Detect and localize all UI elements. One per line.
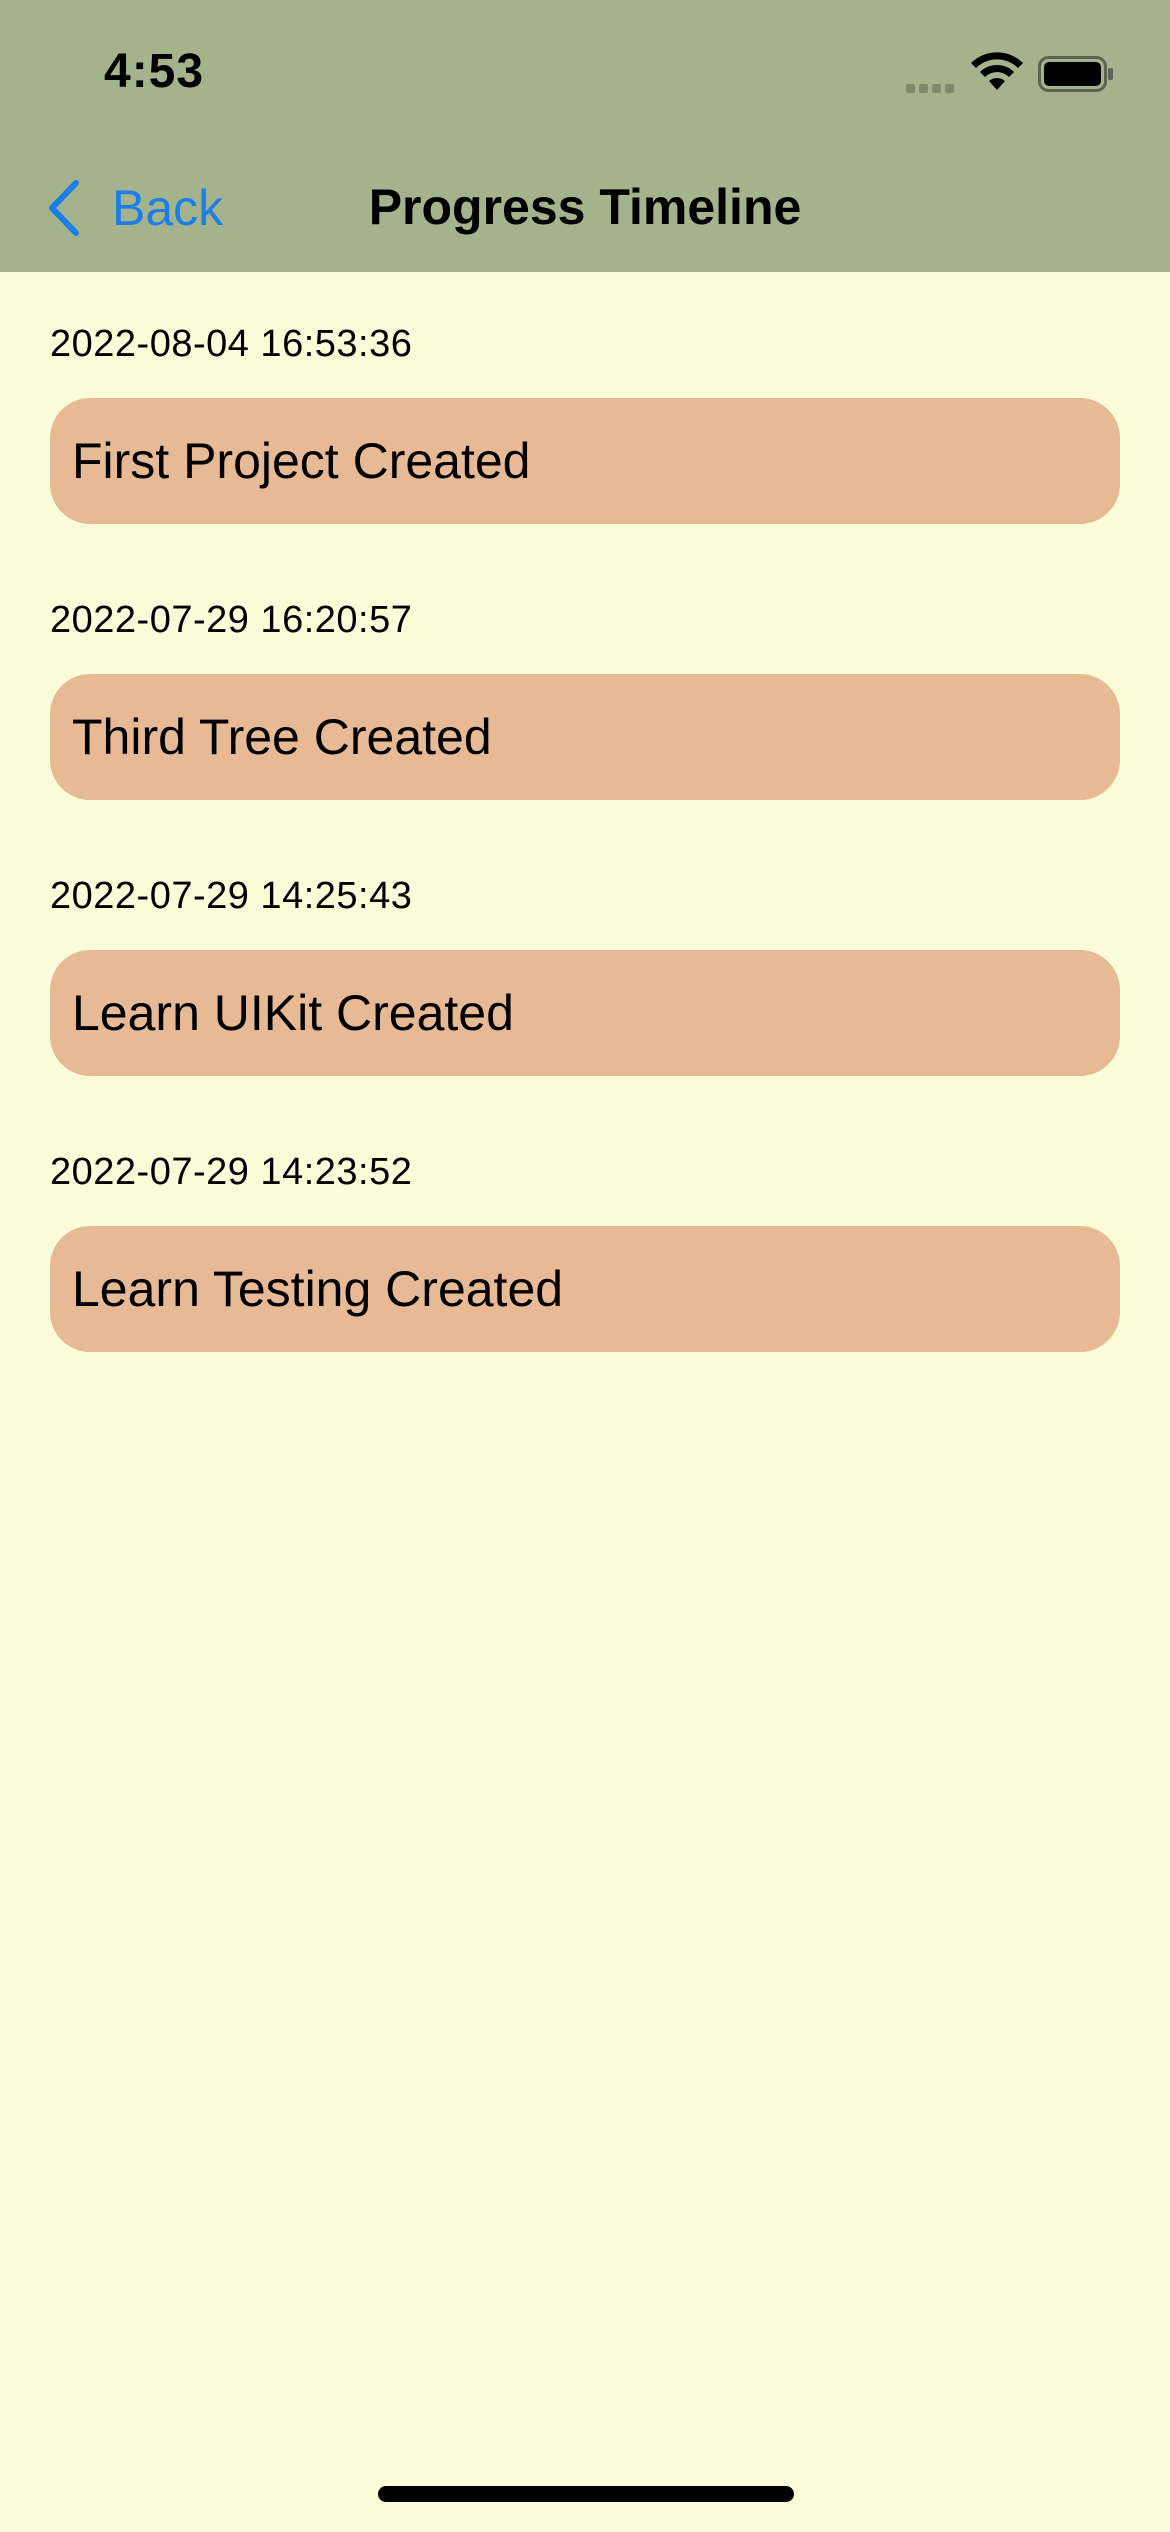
cellular-signal-icon bbox=[906, 80, 958, 93]
timeline-entry: 2022-07-29 14:25:43 Learn UIKit Created bbox=[50, 870, 1120, 1146]
timeline-entry: 2022-07-29 16:20:57 Third Tree Created bbox=[50, 594, 1120, 870]
chevron-left-icon bbox=[49, 180, 79, 236]
navigation-header: 4:53 Progress Timeline Back bbox=[0, 0, 1170, 272]
entry-date: 2022-07-29 14:23:52 bbox=[50, 1151, 413, 1193]
back-button-label: Back bbox=[112, 180, 224, 236]
entry-card[interactable]: Learn Testing Created bbox=[50, 1226, 1120, 1352]
timeline-entry: 2022-08-04 16:53:36 First Project Create… bbox=[50, 318, 1120, 594]
entry-title: Third Tree Created bbox=[72, 709, 492, 765]
timeline-entry: 2022-07-29 14:23:52 Learn Testing Create… bbox=[50, 1146, 1120, 1422]
status-bar-time: 4:53 bbox=[104, 45, 205, 98]
entry-title: First Project Created bbox=[72, 433, 531, 489]
entry-card[interactable]: Learn UIKit Created bbox=[50, 950, 1120, 1076]
entry-date: 2022-07-29 14:25:43 bbox=[50, 875, 413, 917]
home-indicator[interactable] bbox=[378, 2486, 794, 2502]
entry-card[interactable]: First Project Created bbox=[50, 398, 1120, 524]
entry-title: Learn Testing Created bbox=[72, 1261, 564, 1317]
timeline-list: 2022-08-04 16:53:36 First Project Create… bbox=[50, 318, 1120, 1422]
battery-icon bbox=[1038, 56, 1113, 92]
entry-title: Learn UIKit Created bbox=[72, 985, 514, 1041]
entry-card[interactable]: Third Tree Created bbox=[50, 674, 1120, 800]
wifi-icon bbox=[971, 52, 1023, 90]
entry-date: 2022-08-04 16:53:36 bbox=[50, 323, 413, 365]
entry-date: 2022-07-29 16:20:57 bbox=[50, 599, 413, 641]
back-button[interactable]: Back bbox=[46, 176, 223, 240]
